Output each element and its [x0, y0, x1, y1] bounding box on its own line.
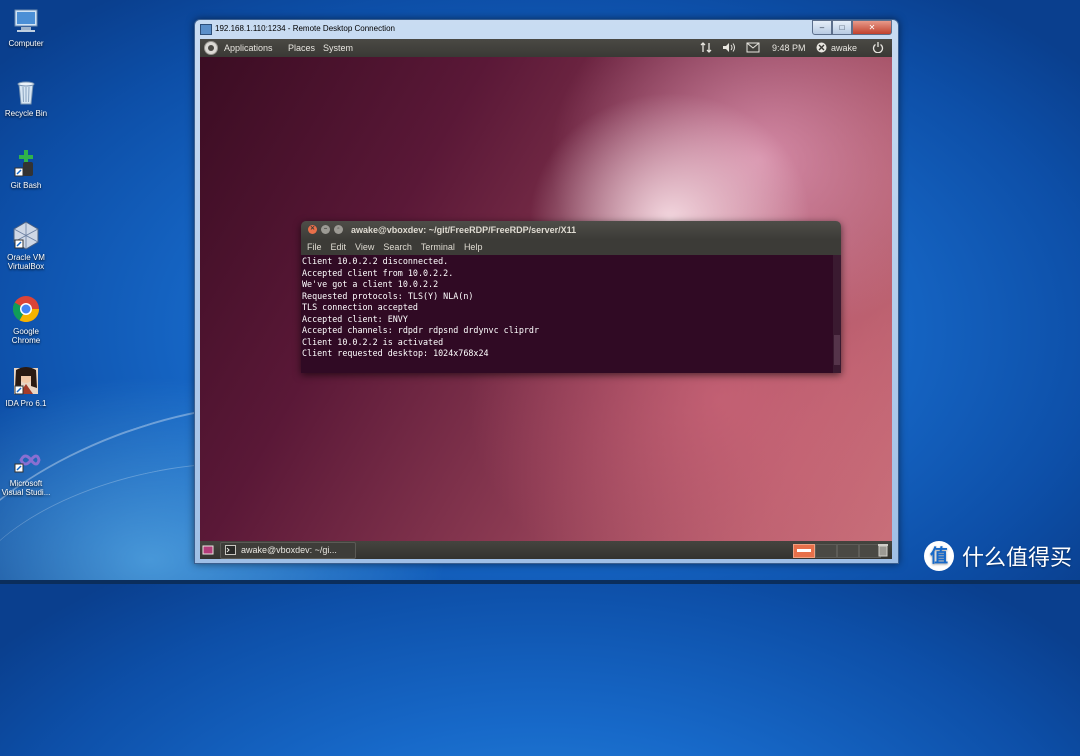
computer-icon — [11, 6, 41, 36]
menu-system[interactable]: System — [323, 43, 353, 53]
visual-studio-icon — [11, 446, 41, 476]
terminal-line: Client 10.0.2.2 is activated — [302, 336, 444, 347]
remote-desktop-icon — [200, 24, 212, 35]
watermark-text: 什么值得买 — [961, 545, 1072, 570]
window-controls: – □ ✕ — [812, 20, 892, 35]
terminal-menubar: File Edit View Search Terminal Help — [301, 240, 841, 255]
terminal-menu-view[interactable]: View — [355, 240, 374, 255]
desktop-icon-label: Recycle Bin — [4, 109, 48, 118]
windows-taskbar — [0, 580, 1080, 584]
taskbar-terminal-button[interactable]: awake@vboxdev: ~/gi... — [220, 542, 356, 559]
terminal-menu-edit[interactable]: Edit — [331, 240, 347, 255]
watermark: 值 什么值得买 — [923, 540, 1072, 572]
scrollbar-thumb[interactable] — [834, 335, 840, 365]
terminal-line: Requested protocols: TLS(Y) NLA(n) — [302, 290, 474, 301]
virtualbox-icon — [11, 220, 41, 250]
terminal-line: Accepted client: ENVY — [302, 313, 408, 324]
terminal-line: Accepted channels: rdpdr rdpsnd drdynvc … — [302, 325, 539, 335]
menu-applications[interactable]: Applications — [224, 43, 273, 53]
terminal-icon — [225, 545, 236, 557]
network-icon[interactable] — [700, 41, 712, 56]
desktop-icon-ida-pro[interactable]: IDA Pro 6.1 — [0, 366, 52, 408]
terminal-menu-terminal[interactable]: Terminal — [421, 240, 455, 255]
user-name[interactable]: awake — [831, 43, 857, 53]
terminal-line: Client 10.0.2.2 disconnected. — [302, 256, 449, 266]
terminal-line: Client requested desktop: 1024x768x24 — [302, 348, 489, 358]
desktop-icon-label: IDA Pro 6.1 — [5, 399, 47, 408]
terminal-window[interactable]: ✕ – ▫ awake@vboxdev: ~/git/FreeRDP/FreeR… — [301, 221, 841, 373]
terminal-scrollbar[interactable] — [833, 255, 841, 373]
window-titlebar[interactable]: 192.168.1.110:1234 - Remote Desktop Conn… — [195, 20, 898, 39]
workspace-2[interactable] — [815, 544, 837, 558]
mail-icon[interactable] — [746, 42, 760, 55]
desktop-icon-visual-studio[interactable]: Microsoft Visual Studi... — [0, 446, 52, 497]
show-desktop-icon[interactable] — [202, 544, 214, 558]
terminal-minimize-button[interactable]: – — [321, 225, 330, 234]
desktop-icon-label: Computer — [8, 39, 44, 48]
remote-desktop-window: 192.168.1.110:1234 - Remote Desktop Conn… — [194, 19, 899, 564]
terminal-title: awake@vboxdev: ~/git/FreeRDP/FreeRDP/ser… — [351, 225, 577, 235]
watermark-logo: 值 — [923, 541, 954, 571]
menu-places[interactable]: Places — [288, 43, 315, 53]
desktop-icon-recycle-bin[interactable]: Recycle Bin — [0, 76, 52, 118]
taskbar-terminal-label: awake@vboxdev: ~/gi... — [241, 545, 337, 555]
terminal-menu-search[interactable]: Search — [383, 240, 412, 255]
terminal-line: We've got a client 10.0.2.2 — [302, 279, 439, 289]
desktop-icon-label: Google Chrome — [11, 327, 41, 345]
remote-screen[interactable]: Applications Places System 9:48 PM awake — [200, 39, 892, 559]
recycle-bin-icon — [11, 76, 41, 106]
terminal-line: TLS connection accepted — [302, 302, 418, 312]
terminal-titlebar[interactable]: ✕ – ▫ awake@vboxdev: ~/git/FreeRDP/FreeR… — [301, 221, 841, 240]
ubuntu-top-panel: Applications Places System 9:48 PM awake — [200, 39, 892, 57]
terminal-close-button[interactable]: ✕ — [308, 225, 317, 234]
desktop-icon-label: Microsoft Visual Studi... — [1, 479, 51, 497]
desktop-icon-git-bash[interactable]: Git Bash — [0, 148, 52, 190]
volume-icon[interactable] — [722, 41, 736, 56]
power-icon[interactable] — [872, 41, 884, 55]
workspace-1[interactable] — [793, 544, 815, 558]
ida-pro-icon — [11, 366, 41, 396]
desktop-icon-label: Oracle VM VirtualBox — [7, 253, 45, 271]
trash-icon[interactable] — [877, 543, 889, 559]
git-bash-icon — [11, 148, 41, 178]
ubuntu-logo-icon[interactable] — [204, 41, 218, 55]
minimize-button[interactable]: – — [812, 20, 832, 35]
workspace-3[interactable] — [837, 544, 859, 558]
terminal-menu-help[interactable]: Help — [464, 240, 483, 255]
maximize-button[interactable]: □ — [832, 20, 852, 35]
terminal-line: Accepted client from 10.0.2.2. — [302, 267, 454, 278]
clock[interactable]: 9:48 PM — [772, 43, 806, 53]
ubuntu-bottom-panel: awake@vboxdev: ~/gi... — [200, 541, 892, 559]
terminal-menu-file[interactable]: File — [307, 240, 322, 255]
desktop-icon-label: Git Bash — [10, 181, 42, 190]
user-status-icon — [816, 42, 827, 55]
close-button[interactable]: ✕ — [852, 20, 892, 35]
chrome-icon — [11, 294, 41, 324]
desktop-icon-virtualbox[interactable]: Oracle VM VirtualBox — [0, 220, 52, 271]
desktop-icon-computer[interactable]: Computer — [0, 6, 52, 48]
desktop-icon-chrome[interactable]: Google Chrome — [0, 294, 52, 345]
terminal-output[interactable]: Client 10.0.2.2 disconnected. Accepted c… — [301, 255, 841, 373]
terminal-maximize-button[interactable]: ▫ — [334, 225, 343, 234]
window-title: 192.168.1.110:1234 - Remote Desktop Conn… — [215, 24, 395, 33]
